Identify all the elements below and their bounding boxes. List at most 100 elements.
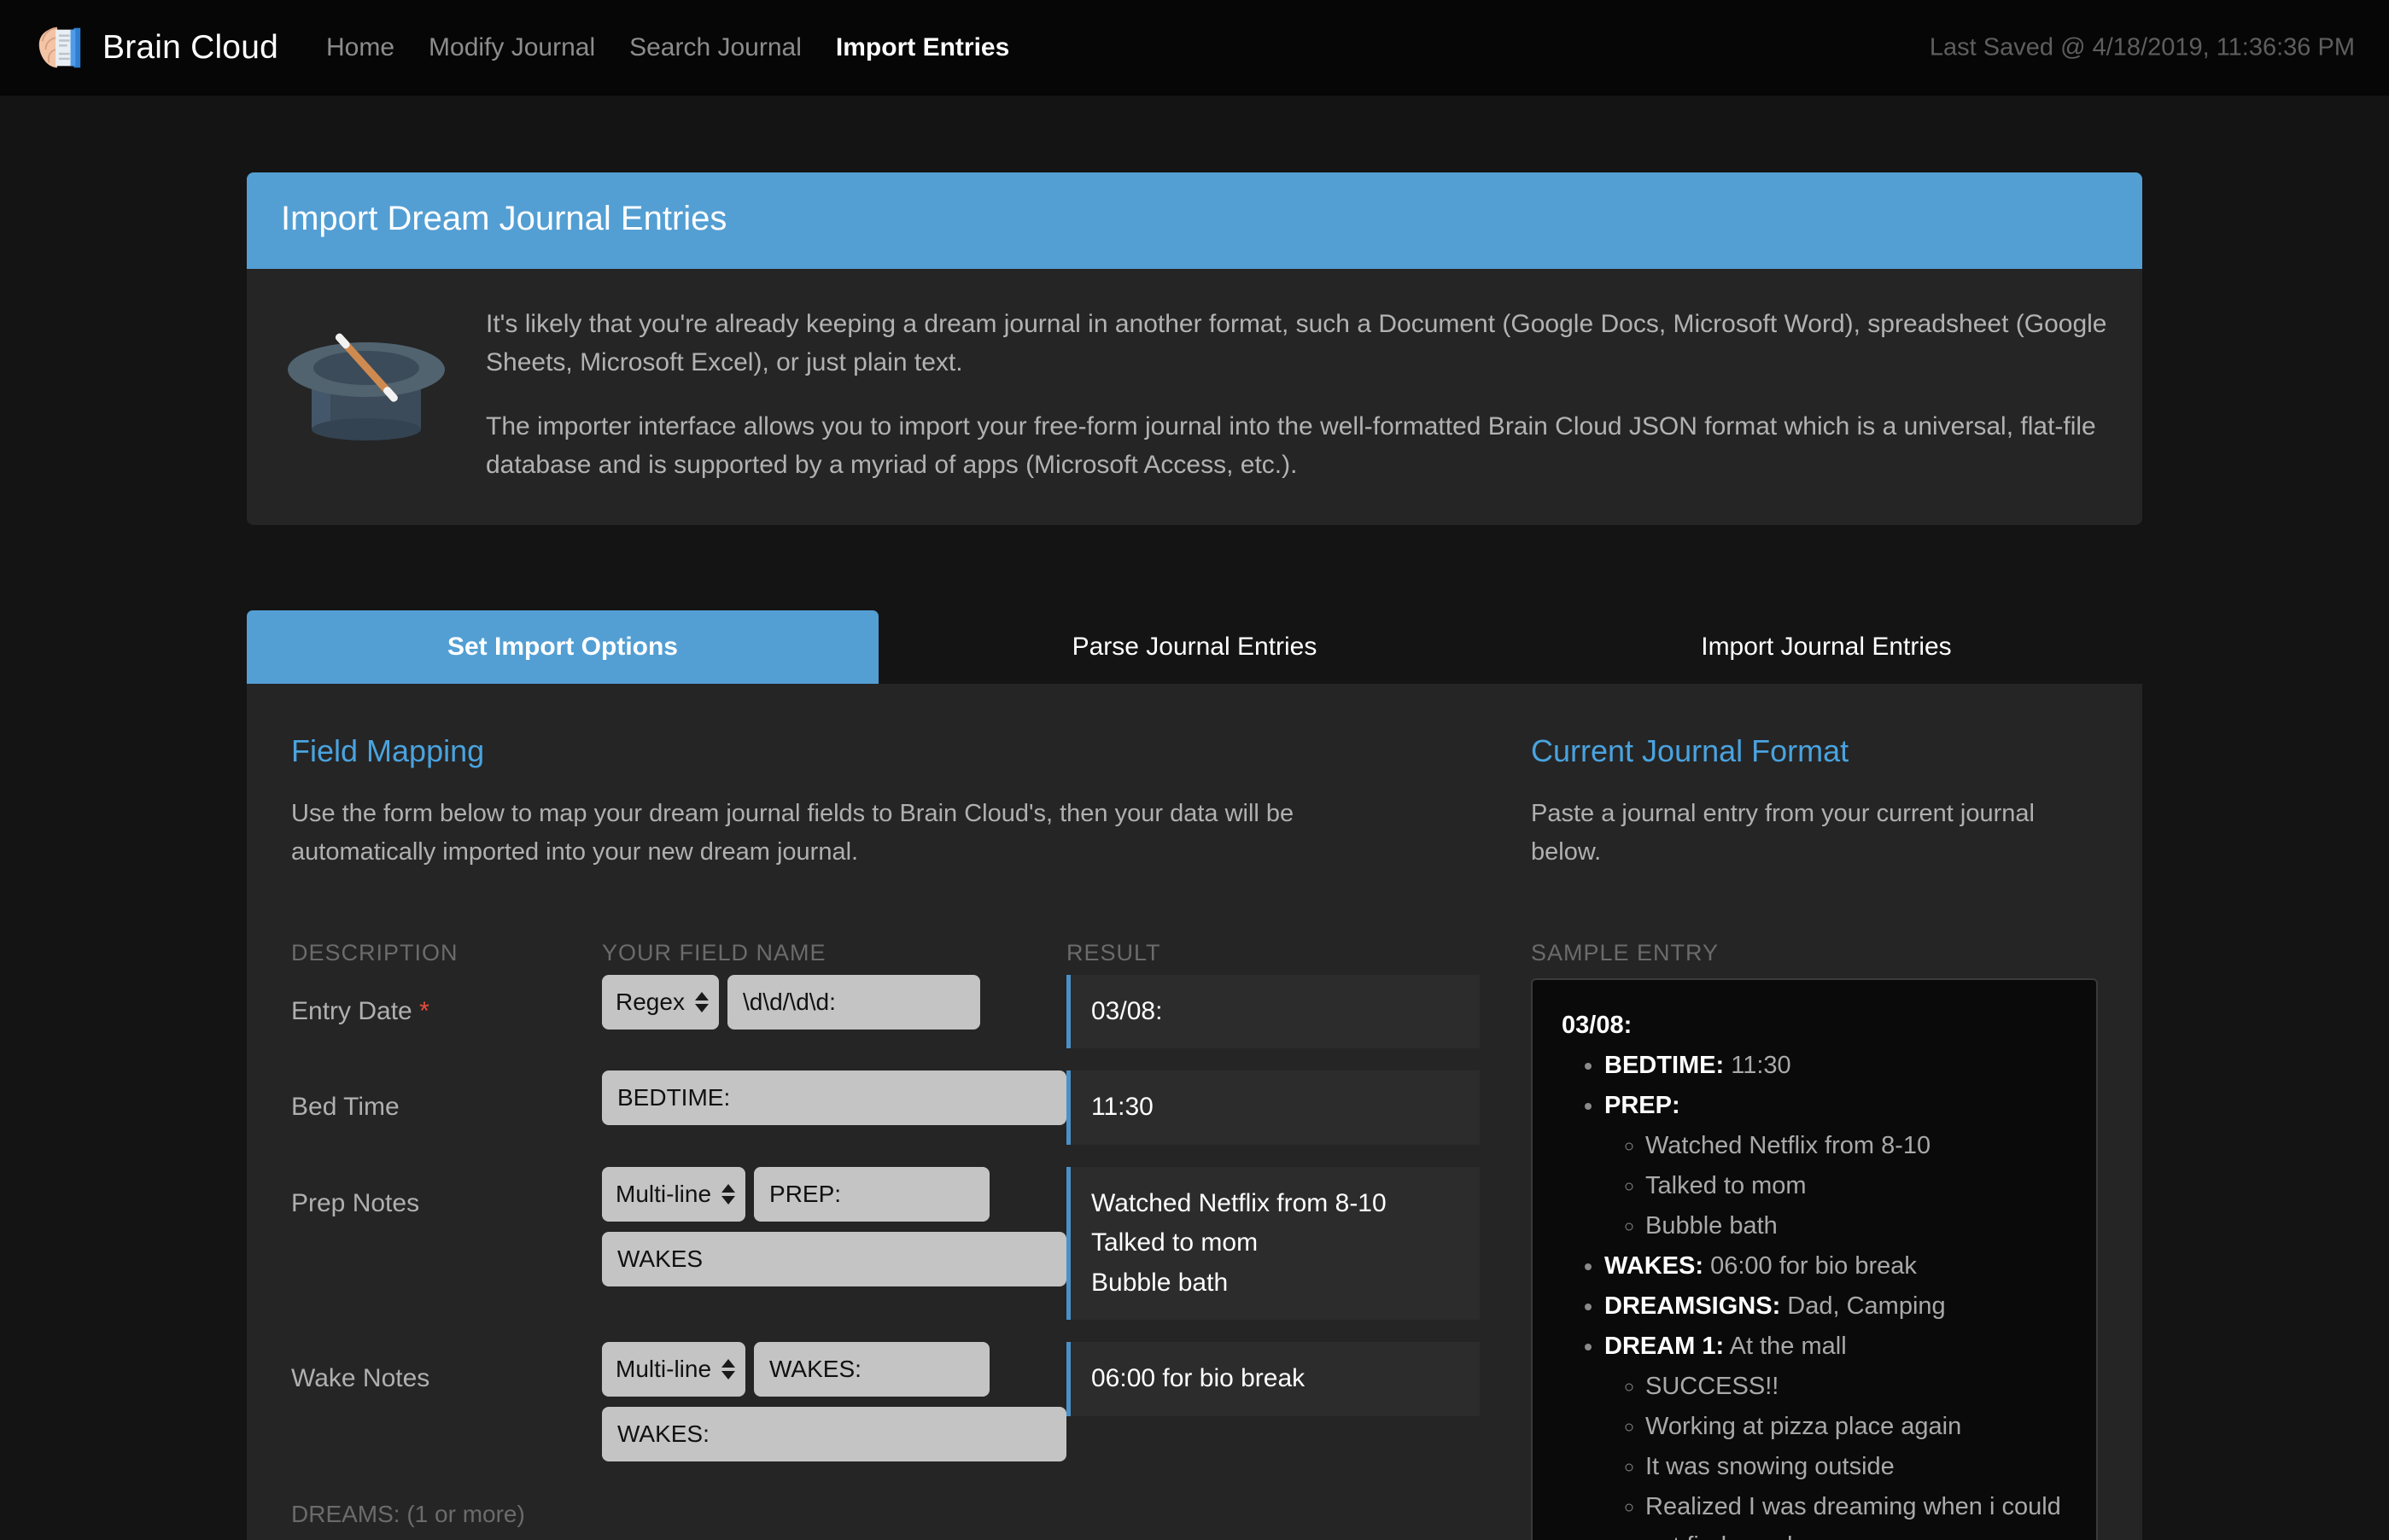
wake-notes-type-value: Multi-line [616, 1356, 711, 1383]
list-item: DREAM 1: At the mall SUCCESS!! Working a… [1604, 1327, 2067, 1540]
field-line: Multi-line [602, 1342, 1066, 1397]
intro-paragraph-1: It's likely that you're already keeping … [486, 305, 2108, 382]
list-item: It was snowing outside [1645, 1447, 2067, 1487]
list-item: Realized I was dreaming when i could not… [1645, 1487, 2067, 1540]
brain-book-icon [32, 21, 85, 74]
tab-set-import-options[interactable]: Set Import Options [247, 610, 879, 684]
field-line: Multi-line [602, 1167, 1066, 1222]
column-header-your-field-name: YOUR FIELD NAME [602, 940, 1066, 966]
intro-card-body: It's likely that you're already keeping … [247, 269, 2142, 525]
entry-date-pattern-input[interactable] [727, 975, 980, 1030]
tab-parse-journal-entries[interactable]: Parse Journal Entries [879, 610, 1510, 684]
nav-link-import-entries[interactable]: Import Entries [819, 33, 1026, 62]
field-mapping-column-headers: DESCRIPTION YOUR FIELD NAME RESULT [291, 940, 1480, 966]
field-result-wake-notes: 06:00 for bio break [1066, 1342, 1480, 1416]
wake-notes-end-input[interactable] [602, 1407, 1066, 1461]
entry-date-type-value: Regex [616, 989, 685, 1016]
list-item: Bubble bath [1645, 1206, 2067, 1246]
sample-sublist: Watched Netflix from 8-10 Talked to mom … [1645, 1126, 2067, 1246]
field-line [602, 1232, 1066, 1286]
dreams-group-header: DREAMS: (1 or more) [291, 1501, 1480, 1528]
import-tabs: Set Import Options Parse Journal Entries… [247, 610, 2142, 684]
intro-card-title: Import Dream Journal Entries [247, 172, 2142, 269]
nav-link-home[interactable]: Home [309, 33, 412, 62]
sample-sublist: SUCCESS!! Working at pizza place again I… [1645, 1367, 2067, 1540]
list-item: WAKES: 06:00 for bio break [1604, 1246, 2067, 1286]
sample-value: Dad, Camping [1787, 1292, 1945, 1320]
intro-paragraph-2: The importer interface allows you to imp… [486, 407, 2108, 484]
field-inputs-bed-time [602, 1070, 1066, 1125]
field-line [602, 1407, 1066, 1461]
result-line: Watched Netflix from 8-10 [1091, 1184, 1459, 1224]
column-header-result: RESULT [1066, 940, 1480, 966]
field-row-entry-date: Entry Date * Regex [291, 975, 1480, 1049]
journal-format-title: Current Journal Format [1531, 733, 2098, 769]
chevron-updown-icon [695, 992, 709, 1012]
list-item: Watched Netflix from 8-10 [1645, 1126, 2067, 1166]
chevron-updown-icon [721, 1359, 735, 1380]
field-result-bed-time: 11:30 [1066, 1070, 1480, 1145]
list-item: PREP: Watched Netflix from 8-10 Talked t… [1604, 1086, 2067, 1246]
tab-import-journal-entries[interactable]: Import Journal Entries [1510, 610, 2142, 684]
field-row-wake-notes: Wake Notes Multi-line [291, 1342, 1480, 1461]
magic-hat-wand-icon [281, 308, 452, 445]
journal-format-column: Current Journal Format Paste a journal e… [1531, 733, 2098, 1540]
field-label-wake-notes: Wake Notes [291, 1342, 602, 1393]
sample-entry-box[interactable]: 03/08: BEDTIME: 11:30 PREP: Watched Netf… [1531, 978, 2098, 1540]
field-result-prep-notes: Watched Netflix from 8-10 Talked to mom … [1066, 1167, 1480, 1321]
result-line: 06:00 for bio break [1091, 1359, 1459, 1399]
page-body: Import Dream Journal Entries [0, 96, 2389, 1540]
field-inputs-wake-notes: Multi-line [602, 1342, 1066, 1461]
result-line: Talked to mom [1091, 1223, 1459, 1263]
sample-value: 11:30 [1731, 1052, 1790, 1079]
field-inputs-prep-notes: Multi-line [602, 1167, 1066, 1286]
entry-date-type-select[interactable]: Regex [602, 975, 719, 1030]
intro-card: Import Dream Journal Entries [247, 172, 2142, 525]
chevron-updown-icon [721, 1184, 735, 1205]
result-line: 03/08: [1091, 992, 1459, 1032]
top-navbar: Brain Cloud Home Modify Journal Search J… [0, 0, 2389, 96]
list-item: BEDTIME: 11:30 [1604, 1046, 2067, 1086]
wake-notes-start-input[interactable] [754, 1342, 990, 1397]
field-inputs-entry-date: Regex [602, 975, 1066, 1030]
sample-value: At the mall [1730, 1333, 1847, 1360]
field-mapping-description: Use the form below to map your dream jou… [291, 795, 1401, 872]
sample-key: DREAM 1: [1604, 1333, 1724, 1360]
prep-notes-start-input[interactable] [754, 1167, 990, 1222]
list-item: Working at pizza place again [1645, 1407, 2067, 1447]
field-label-entry-date: Entry Date * [291, 975, 602, 1026]
field-label-bed-time: Bed Time [291, 1070, 602, 1122]
wake-notes-type-select[interactable]: Multi-line [602, 1342, 745, 1397]
field-line [602, 1070, 1066, 1125]
field-mapping-title: Field Mapping [291, 733, 1480, 769]
last-saved-status: Last Saved @ 4/18/2019, 11:36:36 PM [1930, 34, 2355, 62]
list-item: SUCCESS!! [1645, 1367, 2067, 1407]
nav-link-modify-journal[interactable]: Modify Journal [412, 33, 612, 62]
column-header-description: DESCRIPTION [291, 940, 602, 966]
sample-value: 06:00 for bio break [1710, 1252, 1917, 1280]
sample-key: WAKES: [1604, 1252, 1703, 1280]
field-row-prep-notes: Prep Notes Multi-line [291, 1167, 1480, 1321]
tab-panel-set-import-options: Field Mapping Use the form below to map … [247, 684, 2142, 1540]
field-row-bed-time: Bed Time 11:30 [291, 1070, 1480, 1145]
required-asterisk: * [419, 997, 429, 1025]
prep-notes-type-select[interactable]: Multi-line [602, 1167, 745, 1222]
bed-time-pattern-input[interactable] [602, 1070, 1066, 1125]
nav-links: Home Modify Journal Search Journal Impor… [309, 33, 1026, 62]
sample-key: DREAMSIGNS: [1604, 1292, 1780, 1320]
content-container: Import Dream Journal Entries [247, 172, 2142, 1540]
brand[interactable]: Brain Cloud [32, 21, 278, 74]
brand-name: Brain Cloud [102, 29, 278, 67]
intro-text: It's likely that you're already keeping … [486, 300, 2108, 484]
list-item: DREAMSIGNS: Dad, Camping [1604, 1286, 2067, 1327]
result-line: Bubble bath [1091, 1263, 1459, 1304]
field-result-entry-date: 03/08: [1066, 975, 1480, 1049]
prep-notes-end-input[interactable] [602, 1232, 1066, 1286]
prep-notes-type-value: Multi-line [616, 1181, 711, 1208]
field-label-text: Entry Date [291, 997, 412, 1025]
sample-entry-label: SAMPLE ENTRY [1531, 940, 2098, 966]
field-mapping-column: Field Mapping Use the form below to map … [291, 733, 1531, 1540]
list-item: Talked to mom [1645, 1166, 2067, 1206]
nav-link-search-journal[interactable]: Search Journal [612, 33, 819, 62]
panel-columns: Field Mapping Use the form below to map … [291, 733, 2098, 1540]
